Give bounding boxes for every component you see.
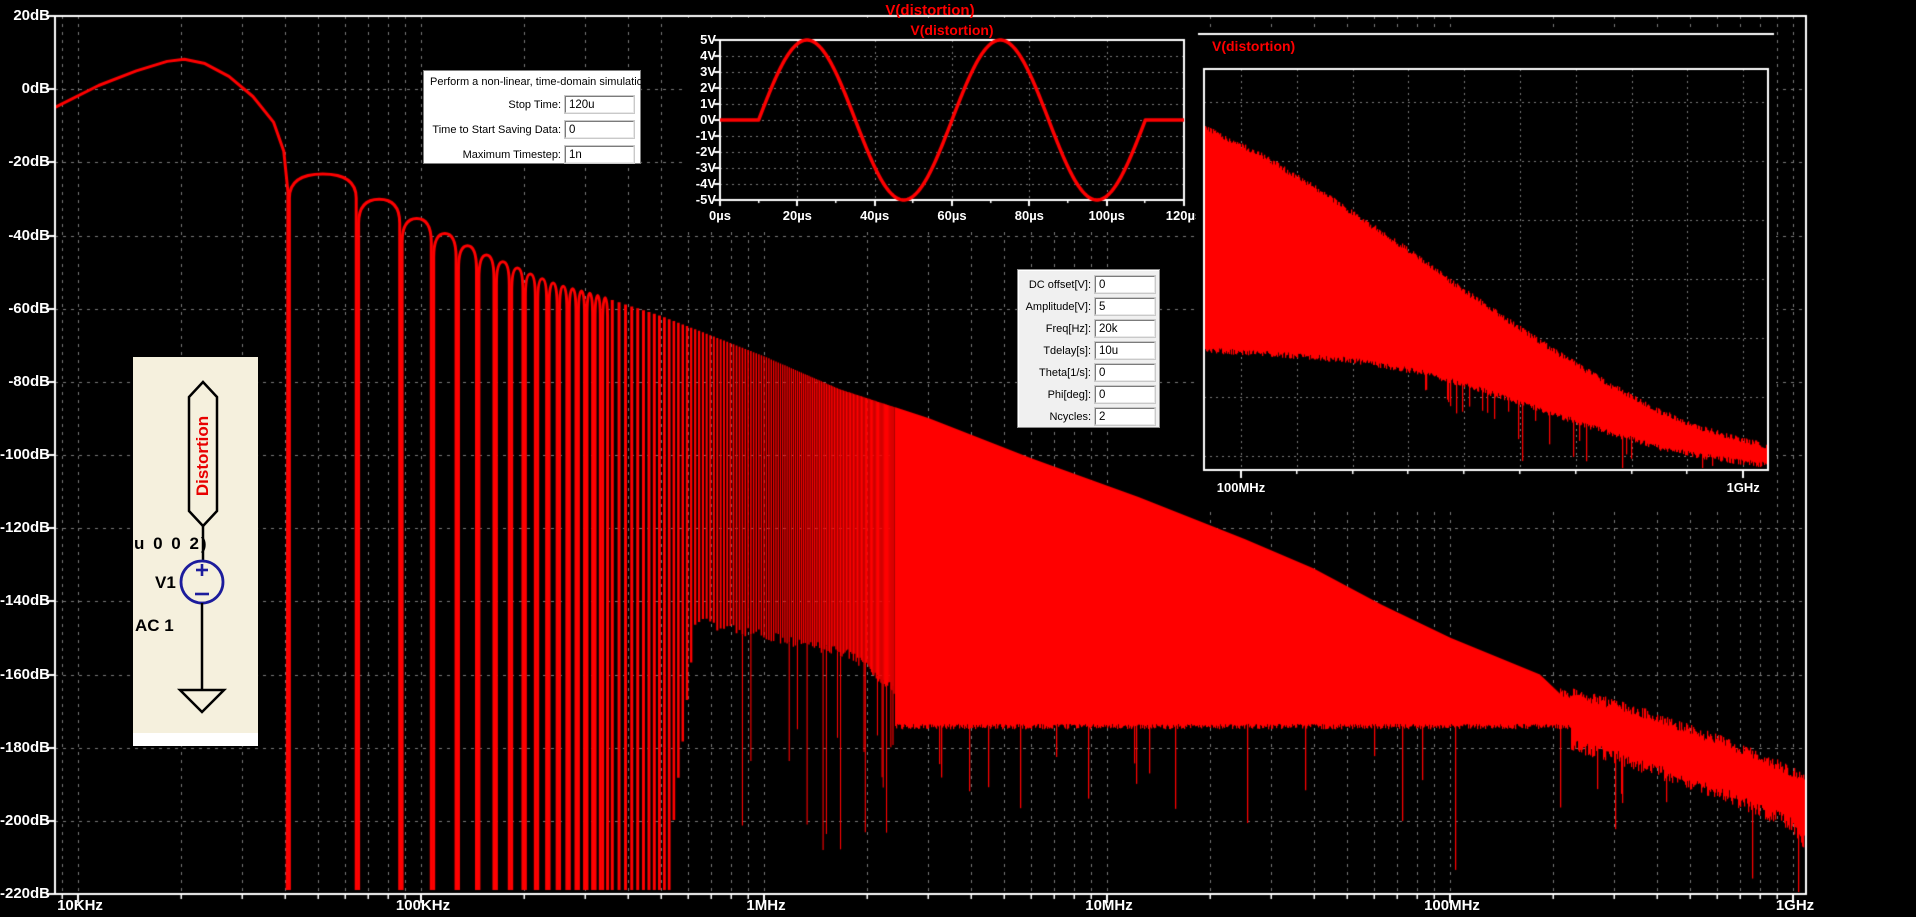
schematic-panel[interactable]: Distortion u 0 0 2) V1 AC 1 — [133, 357, 258, 746]
field-label-time-to-start-saving-data: Time to Start Saving Data: — [432, 123, 561, 136]
y-axis-label: -60dB — [8, 299, 50, 317]
time-y-label: 1V — [700, 96, 716, 111]
field-label-dc-offset-v: DC offset[V]: — [1028, 278, 1091, 291]
time-y-label: 2V — [700, 80, 716, 95]
x-axis-label: 1MHz — [746, 897, 786, 914]
field-row: Theta[1/s]: — [1022, 364, 1155, 381]
y-axis-label: 0dB — [21, 80, 50, 98]
time-x-label: 80µs — [1014, 208, 1044, 223]
time-domain-plot[interactable] — [686, 18, 1196, 232]
fft-zoom-title: V(distortion) — [1212, 38, 1296, 54]
y-axis-label: -140dB — [0, 592, 51, 610]
field-label-theta-1-s: Theta[1/s]: — [1039, 366, 1091, 379]
field-row: Freq[Hz]: — [1022, 320, 1155, 337]
field-label-freq-hz: Freq[Hz]: — [1045, 322, 1091, 335]
time-x-label: 100µs — [1088, 208, 1125, 223]
schematic-bottom-strip — [133, 733, 258, 746]
time-y-label: -2V — [695, 144, 716, 159]
field-label-phi-deg: Phi[deg]: — [1047, 388, 1091, 401]
field-row: DC offset[V]: — [1022, 276, 1155, 293]
fft-zoom-x-label: 100MHz — [1216, 480, 1266, 495]
transient-sim-dialog[interactable]: Perform a non-linear, time-domain simula… — [423, 70, 652, 164]
time-y-label: -4V — [695, 176, 716, 191]
net-label-text: Distortion — [193, 415, 212, 497]
field-label-maximum-timestep: Maximum Timestep: — [462, 148, 561, 161]
field-label-tdelay-s: Tdelay[s]: — [1043, 344, 1091, 357]
field-row: Phi[deg]: — [1022, 386, 1155, 403]
input-freq-hz[interactable] — [1095, 320, 1155, 337]
field-label-amplitude-v: Amplitude[V]: — [1025, 300, 1091, 313]
fft-zoom-plot[interactable] — [1196, 28, 1776, 510]
input-time-to-start-saving-data[interactable] — [565, 121, 634, 138]
time-x-label: 60µs — [937, 208, 967, 223]
fft-zoom-x-label: 1GHz — [1726, 480, 1760, 495]
x-axis-label: 100KHz — [395, 897, 451, 914]
input-dc-offset-v[interactable] — [1095, 276, 1155, 293]
x-axis-label: 100MHz — [1424, 897, 1480, 914]
field-row: Tdelay[s]: — [1022, 342, 1155, 359]
field-row: Ncycles: — [1022, 408, 1155, 425]
component-designator: V1 — [155, 573, 176, 592]
input-tdelay-s[interactable] — [1095, 342, 1155, 359]
y-axis-label: -20dB — [8, 153, 50, 171]
input-maximum-timestep[interactable] — [565, 146, 634, 163]
time-plot-title: V(distortion) — [910, 22, 994, 38]
input-theta-1-s[interactable] — [1095, 364, 1155, 381]
time-y-label: -1V — [695, 128, 716, 143]
input-amplitude-v[interactable] — [1095, 298, 1155, 315]
component-value: AC 1 — [135, 616, 174, 635]
sine-source-dialog[interactable]: DC offset[V]: Amplitude[V]: Freq[Hz]: Tdela… — [1017, 269, 1160, 428]
time-x-label: 0µs — [709, 208, 731, 223]
time-y-label: -3V — [695, 160, 716, 175]
time-domain-inset-pane: V(distortion) 5V 4V 3V 2V 1V 0V -1V -2V -3V -4V -5… — [686, 18, 1202, 232]
time-y-label: 0V — [700, 112, 716, 127]
main-plot-title: V(distortion) — [885, 2, 975, 19]
input-stop-time[interactable] — [565, 96, 634, 113]
time-x-label: 40µs — [860, 208, 890, 223]
fft-zoom-inset-pane: V(distortion) 100MHz 1GHz — [1196, 28, 1776, 510]
y-axis-label: -80dB — [8, 372, 50, 390]
field-row: Stop Time: — [428, 96, 634, 113]
field-row: Time to Start Saving Data: — [428, 121, 634, 138]
time-y-label: -5V — [695, 192, 716, 207]
field-row: Maximum Timestep: — [428, 146, 634, 163]
y-axis-label: -220dB — [0, 885, 51, 902]
input-phi-deg[interactable] — [1095, 386, 1155, 403]
sine-dialog-fields: DC offset[V]: Amplitude[V]: Freq[Hz]: Tdela… — [1022, 276, 1155, 425]
spice-directive-fragment: u 0 0 2) — [134, 534, 209, 553]
y-axis-label: -160dB — [0, 665, 51, 683]
x-axis-label: 10MHz — [1085, 897, 1133, 914]
ground-icon[interactable] — [176, 688, 228, 714]
x-axis-label: 1GHz — [1775, 897, 1815, 914]
sim-dialog-fields: Stop Time: Time to Start Saving Data: Maxi… — [428, 96, 634, 163]
y-axis-label: -100dB — [0, 446, 51, 463]
y-axis-label: 20dB — [13, 7, 50, 24]
time-y-label: 4V — [700, 48, 716, 63]
field-label-stop-time: Stop Time: — [508, 98, 561, 111]
sim-dialog-title: Perform a non-linear, time-domain simula… — [430, 76, 652, 88]
y-axis-label: -180dB — [0, 738, 51, 756]
field-row: Amplitude[V]: — [1022, 298, 1155, 315]
y-axis-label: -200dB — [0, 811, 51, 829]
time-y-label: 5V — [700, 32, 716, 47]
x-axis-label: 10KHz — [57, 897, 103, 914]
time-y-label: 3V — [700, 64, 716, 79]
y-axis-label: -40dB — [8, 226, 50, 244]
time-x-label: 20µs — [782, 208, 812, 223]
field-label-ncycles: Ncycles: — [1049, 410, 1091, 423]
ltspice-window: V(distortion) 20dB 0dB -20dB -40dB -60dB -80d… — [0, 0, 1916, 917]
y-axis-label: -120dB — [0, 519, 51, 537]
input-ncycles[interactable] — [1095, 408, 1155, 425]
